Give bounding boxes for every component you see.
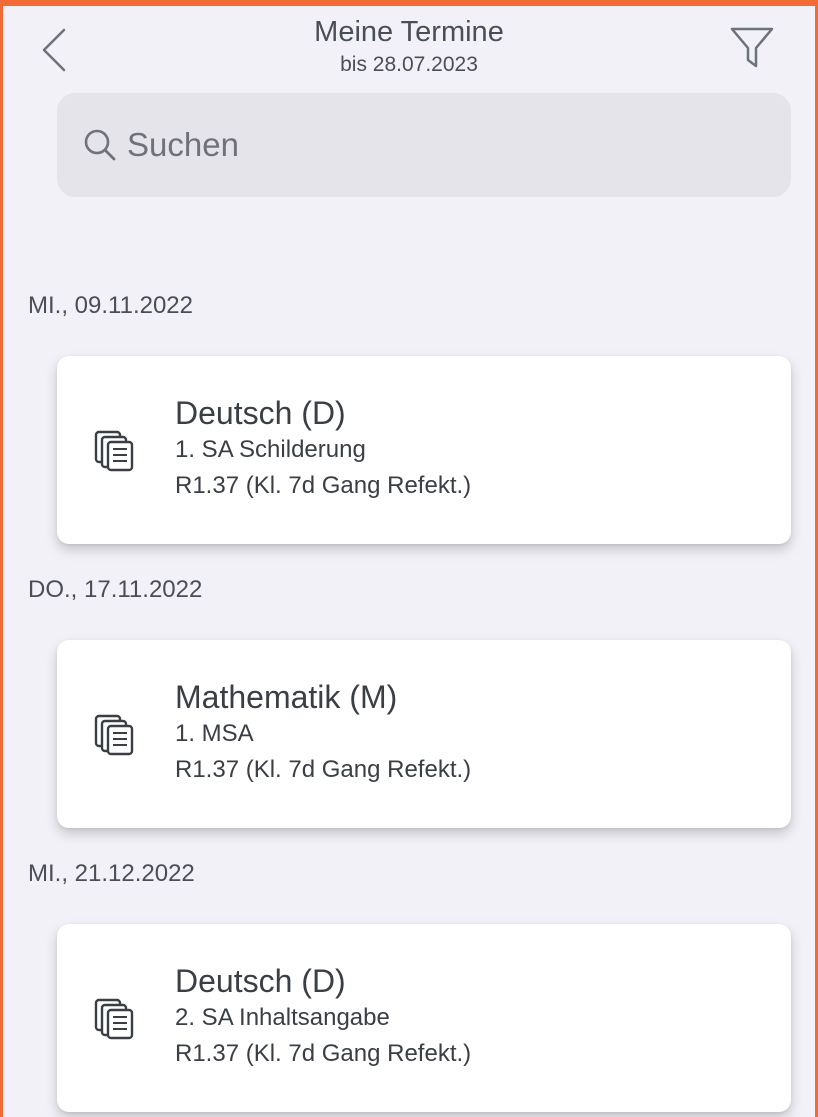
documents-icon — [94, 998, 134, 1040]
chevron-left-icon — [42, 28, 66, 72]
appointment-title: 1. MSA — [175, 720, 254, 747]
appointment-text: Deutsch (D) 2. SA Inhaltsangabe R1.37 (K… — [175, 962, 471, 1072]
documents-icon — [94, 430, 134, 472]
page-title: Meine Termine — [314, 16, 504, 48]
navigation-bar: Meine Termine bis 28.07.2023 — [0, 6, 818, 90]
search-placeholder: Suchen — [127, 126, 239, 163]
search-field[interactable]: Suchen — [57, 93, 791, 197]
filter-button[interactable] — [722, 22, 782, 74]
appointment-text: Deutsch (D) 1. SA Schilderung R1.37 (Kl.… — [175, 394, 471, 504]
date-header: MI., 21.12.2022 — [28, 860, 195, 887]
appointment-card[interactable]: Deutsch (D) 1. SA Schilderung R1.37 (Kl.… — [57, 356, 791, 544]
page-subtitle: bis 28.07.2023 — [340, 53, 478, 76]
appointment-text: Mathematik (M) 1. MSA R1.37 (Kl. 7d Gang… — [175, 678, 471, 788]
room-label: R1.37 (Kl. 7d Gang Refekt.) — [175, 472, 472, 499]
back-button[interactable] — [34, 24, 74, 76]
filter-icon — [730, 27, 774, 68]
date-header: DO., 17.11.2022 — [28, 576, 203, 603]
title-block: Meine Termine bis 28.07.2023 — [200, 14, 618, 78]
appointment-title: 1. SA Schilderung — [175, 436, 366, 463]
subject-label: Deutsch (D) — [175, 963, 346, 999]
appointment-card[interactable]: Mathematik (M) 1. MSA R1.37 (Kl. 7d Gang… — [57, 640, 791, 828]
subject-label: Mathematik (M) — [175, 679, 398, 715]
appointment-title: 2. SA Inhaltsangabe — [175, 1004, 390, 1031]
documents-icon — [94, 714, 134, 756]
room-label: R1.37 (Kl. 7d Gang Refekt.) — [175, 1040, 472, 1067]
appointment-card[interactable]: Deutsch (D) 2. SA Inhaltsangabe R1.37 (K… — [57, 924, 791, 1112]
date-header: MI., 09.11.2022 — [28, 292, 193, 319]
subject-label: Deutsch (D) — [175, 395, 346, 431]
room-label: R1.37 (Kl. 7d Gang Refekt.) — [175, 756, 472, 783]
search-icon — [84, 129, 116, 161]
